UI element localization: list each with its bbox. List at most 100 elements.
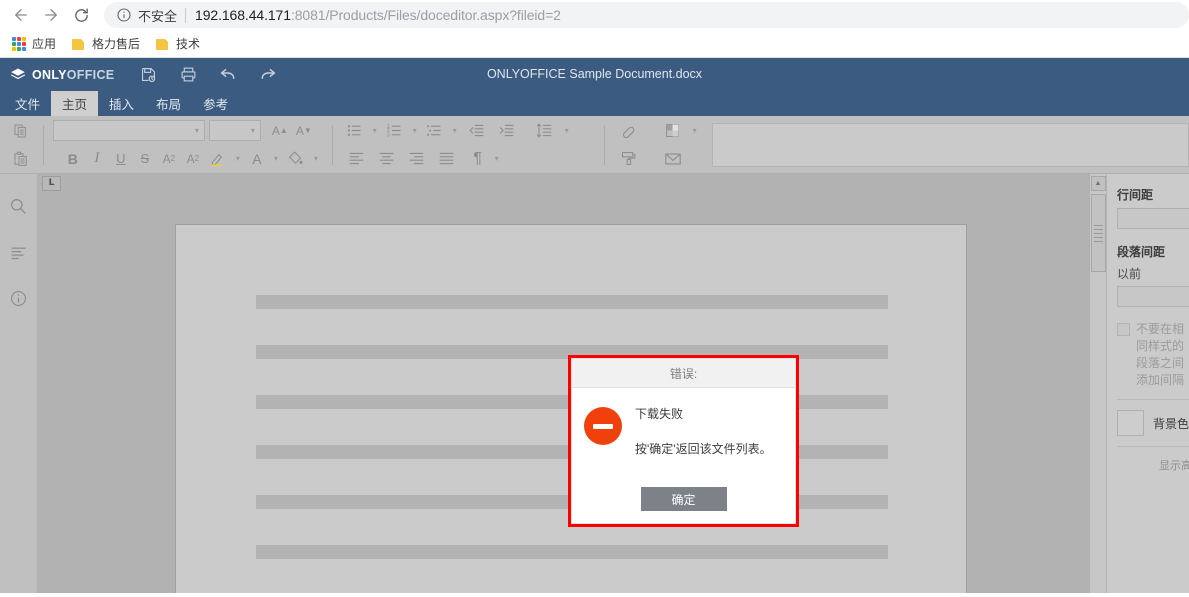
chevron-down-icon[interactable]: ▾ (231, 148, 245, 170)
underline-icon[interactable]: U (109, 148, 133, 170)
chevron-down-icon[interactable]: ▾ (448, 120, 462, 142)
decrease-font-size-icon[interactable]: A ▼ (292, 120, 316, 142)
redo-icon[interactable] (256, 63, 280, 87)
increase-font-size-icon[interactable]: A ▲ (268, 120, 292, 142)
left-sidebar (0, 174, 38, 593)
highlight-color-icon[interactable] (205, 148, 231, 170)
justify-icon[interactable] (432, 148, 462, 170)
brand-light: OFFICE (66, 67, 115, 82)
url-host: 192.168.44.171 (195, 7, 291, 23)
bookmark-apps[interactable]: 应用 (12, 35, 56, 52)
dialog-messages: 下载失败 按'确定'返回该文件列表。 (635, 401, 772, 475)
no-space-same-style-row[interactable]: 不要在相同样式的段落之间添加间隔 (1117, 321, 1189, 389)
background-color-row[interactable]: 背景色 (1117, 410, 1189, 436)
mail-merge-icon[interactable] (658, 148, 688, 170)
italic-icon[interactable]: I (85, 148, 109, 170)
save-as-icon[interactable] (136, 63, 160, 87)
chevron-down-icon[interactable]: ▾ (309, 148, 323, 170)
copy-style-icon[interactable] (614, 148, 644, 170)
paste-icon[interactable] (8, 148, 34, 170)
search-icon[interactable] (7, 194, 31, 218)
no-space-checkbox[interactable] (1117, 323, 1130, 336)
clear-style-icon[interactable] (614, 120, 644, 142)
chevron-down-icon[interactable]: ▾ (560, 120, 574, 142)
bookmark-folder-1[interactable]: 格力售后 (72, 35, 140, 52)
ribbon-tabs: 文件 主页 插入 布局 参考 (0, 91, 1189, 116)
undo-icon[interactable] (216, 63, 240, 87)
ok-button[interactable]: 确定 (640, 487, 727, 511)
forward-button[interactable] (36, 1, 66, 29)
line-spacing-input[interactable] (1117, 208, 1189, 229)
apps-grid-icon (12, 36, 26, 51)
font-color-icon[interactable]: A (245, 148, 269, 170)
tab-stop-selector[interactable]: L (42, 175, 61, 191)
align-left-icon[interactable] (342, 148, 372, 170)
background-color-label: 背景色 (1152, 416, 1189, 431)
strikethrough-icon[interactable]: S (133, 148, 157, 170)
superscript-icon[interactable]: A2 (157, 148, 181, 170)
reload-button[interactable] (66, 1, 96, 29)
browser-chrome: 不安全 192.168.44.171:8081/Products/Files/d… (0, 0, 1189, 58)
increase-indent-icon[interactable] (492, 120, 522, 142)
chevron-down-icon[interactable]: ▾ (408, 120, 422, 142)
paragraph-spacing-label: 段落间距 (1117, 245, 1166, 259)
chevron-down-icon[interactable]: ▾ (688, 120, 702, 142)
font-group: ▾ ▾ A ▲ A ▼ B I U S A2 A2 ▾ A ▾ ▾ (52, 116, 323, 173)
vertical-scrollbar[interactable]: ▲ (1089, 174, 1106, 593)
bullet-list-icon[interactable] (342, 120, 368, 142)
paragraph-placeholder-bar (256, 545, 888, 559)
show-paragraph-marks-icon[interactable]: ¶ (466, 148, 490, 170)
style-gallery[interactable] (711, 122, 1189, 167)
clipboard-group (8, 116, 34, 173)
decrease-indent-icon[interactable] (462, 120, 492, 142)
subscript-icon[interactable]: A2 (181, 148, 205, 170)
document-canvas[interactable]: L (38, 174, 1089, 593)
url-path: :8081/Products/Files/doceditor.aspx?file… (290, 7, 561, 23)
dialog-footer: 确定 (572, 475, 795, 523)
tab-insert[interactable]: 插入 (98, 91, 145, 116)
bold-icon[interactable]: B (61, 148, 85, 170)
multilevel-list-icon[interactable] (422, 120, 448, 142)
tab-references[interactable]: 参考 (192, 91, 239, 116)
site-info-icon[interactable] (116, 7, 132, 23)
tab-layout[interactable]: 布局 (145, 91, 192, 116)
navigation-headings-icon[interactable] (7, 240, 31, 264)
font-name-input[interactable]: ▾ (52, 120, 205, 141)
horizontal-ruler[interactable]: L (38, 174, 1089, 192)
about-info-icon[interactable] (7, 286, 31, 310)
chevron-down-icon[interactable]: ▾ (269, 148, 283, 170)
editor-titlebar: ONLYOFFICE ONLYOFFICE Sample Document.do… (0, 58, 1189, 91)
onlyoffice-editor: ONLYOFFICE ONLYOFFICE Sample Document.do… (0, 58, 1189, 593)
advanced-settings-link[interactable]: 显示高级设置 (1159, 457, 1189, 473)
chevron-down-icon[interactable]: ▾ (490, 148, 504, 170)
bookmark-label: 技术 (176, 37, 201, 51)
spacing-before-input[interactable] (1117, 286, 1189, 307)
tab-file[interactable]: 文件 (4, 91, 51, 116)
ribbon-toolbar: ▾ ▾ A ▲ A ▼ B I U S A2 A2 ▾ A ▾ ▾ ▾ 1 2 … (0, 116, 1189, 174)
copy-icon[interactable] (8, 120, 34, 142)
font-size-input[interactable]: ▾ (208, 120, 261, 141)
line-spacing-icon[interactable] (530, 120, 560, 142)
insecure-label: 不安全 (138, 8, 178, 24)
chevron-down-icon[interactable]: ▾ (368, 120, 382, 142)
onlyoffice-logo: ONLYOFFICE (0, 67, 114, 82)
bookmarks-bar: 应用 格力售后 技术 (0, 30, 1189, 58)
back-button[interactable] (6, 1, 36, 29)
background-color-swatch[interactable] (1117, 410, 1144, 436)
address-bar[interactable]: 不安全 192.168.44.171:8081/Products/Files/d… (104, 2, 1189, 28)
numbered-list-icon[interactable]: 1 2 3 (382, 120, 408, 142)
tab-home[interactable]: 主页 (51, 91, 99, 116)
brand-text: ONLYOFFICE (32, 68, 114, 82)
print-icon[interactable] (176, 63, 200, 87)
shading-icon[interactable] (658, 120, 688, 142)
url-text: 192.168.44.171:8081/Products/Files/doced… (195, 7, 561, 23)
scrollbar-thumb[interactable] (1090, 194, 1106, 272)
error-stop-icon (584, 407, 622, 445)
dialog-title: 错误: (572, 359, 795, 388)
align-center-icon[interactable] (372, 148, 402, 170)
fill-color-icon[interactable] (283, 148, 309, 170)
bookmark-folder-2[interactable]: 技术 (156, 35, 200, 52)
styles-bottom-row (614, 148, 702, 170)
align-right-icon[interactable] (402, 148, 432, 170)
scroll-up-arrow-icon[interactable]: ▲ (1090, 176, 1106, 191)
